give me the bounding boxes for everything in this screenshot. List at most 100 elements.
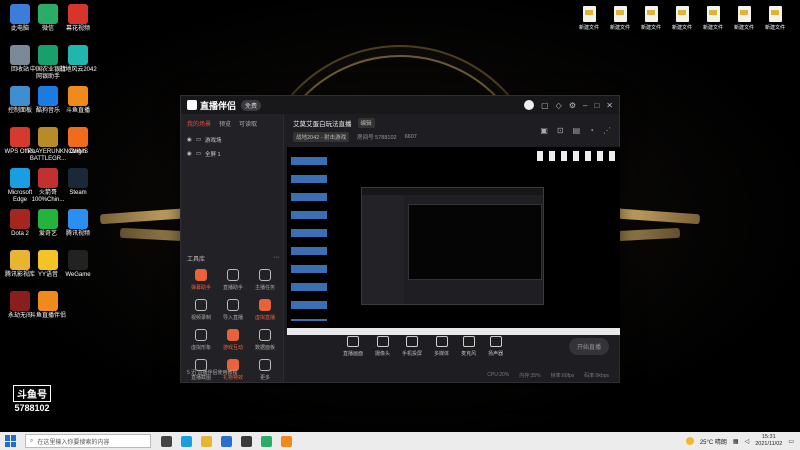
- desktop-icon[interactable]: WeGame: [58, 250, 98, 279]
- source-button[interactable]: 麦克风: [461, 335, 477, 357]
- tutorial-link[interactable]: 5 迅 直播伴侣使用教程: [187, 369, 238, 376]
- desktop-file-icon[interactable]: 新建文件: [696, 6, 730, 31]
- store-icon[interactable]: [241, 435, 252, 447]
- tool-grid: 弹幕助手 直播助手 主播任务 视频录制 导入直播 虚拟直播 虚拟形象 游戏互动 数据面板 直播截图…: [185, 269, 283, 381]
- nested-preview: [408, 204, 542, 280]
- status-row: CPU:20% 内存:35% 帧率:60fps 码率:0kbps: [285, 372, 619, 379]
- naraka-icon: [10, 291, 30, 311]
- desktop-icon[interactable]: Origin: [58, 127, 98, 156]
- desktop-icon[interactable]: 战地风云2042: [58, 45, 98, 74]
- desktop-file-icon[interactable]: 新建文件: [758, 6, 792, 31]
- stream-info-item: 房间号 5788102: [357, 135, 397, 141]
- source-button[interactable]: 手机投屏: [402, 335, 422, 357]
- eye-icon[interactable]: ◉: [187, 151, 192, 157]
- file-label: 新建文件: [609, 25, 630, 31]
- lock-icon[interactable]: ⊡: [557, 126, 564, 135]
- desktop-icon[interactable]: 斗鱼直播: [58, 86, 98, 115]
- tool-icon: [227, 329, 239, 341]
- douyu-icon[interactable]: [281, 435, 292, 447]
- avatar[interactable]: [524, 100, 535, 110]
- scene-list: ◉ ▭ 游戏场 ◉ ▭ 全屏 1: [181, 133, 283, 161]
- computer-icon: [10, 4, 30, 24]
- edge-icon[interactable]: [181, 435, 192, 447]
- source-label: 麦克风: [461, 350, 477, 357]
- desktop-icon-label: 腾讯视频: [65, 231, 90, 237]
- edit-title-badge[interactable]: 编辑: [357, 118, 375, 128]
- desktop-file-icon[interactable]: 新建文件: [727, 6, 761, 31]
- maximize-icon[interactable]: □: [594, 101, 599, 110]
- tool-item[interactable]: 导入直播: [217, 299, 249, 321]
- tool-item[interactable]: 主播任务: [249, 269, 281, 291]
- tool-item[interactable]: 游戏互动: [217, 329, 249, 351]
- tool-icon: [259, 329, 271, 341]
- clock[interactable]: 15:31 2021/11/02: [755, 434, 782, 448]
- network-icon[interactable]: ▦: [733, 438, 739, 445]
- task-view-icon[interactable]: [161, 435, 172, 447]
- desktop-file-icon[interactable]: 新建文件: [572, 6, 606, 31]
- live-preview[interactable]: [287, 147, 620, 335]
- share-icon[interactable]: ⋰: [603, 126, 611, 135]
- source-icon: [435, 335, 448, 347]
- eye-icon[interactable]: ◉: [187, 137, 192, 143]
- bell-icon[interactable]: ◔: [589, 126, 594, 135]
- desktop-icon[interactable]: 斗鱼直播伴侣: [28, 291, 68, 320]
- minimize-icon[interactable]: –: [583, 101, 587, 110]
- scene-item[interactable]: ◉ ▭ 全屏 1: [181, 147, 283, 161]
- tool-item[interactable]: 虚拟形象: [185, 329, 217, 351]
- desktop-icon[interactable]: 腾讯视频: [58, 209, 98, 238]
- start-button[interactable]: [5, 435, 17, 447]
- desktop-icon-label: 斗鱼直播伴侣: [29, 313, 66, 319]
- desktop-icon[interactable]: Steam: [58, 168, 98, 197]
- stream-info-item[interactable]: 战地2042 - 射击游戏: [293, 132, 350, 142]
- tab-2[interactable]: 预览: [219, 119, 231, 128]
- message-icon[interactable]: ▢: [541, 101, 549, 110]
- tool-item[interactable]: 视频录制: [185, 299, 217, 321]
- status-item: 内存:35%: [519, 373, 541, 379]
- tool-label: 虚拟形象: [190, 345, 211, 351]
- record-icon[interactable]: ▣: [540, 126, 548, 135]
- scene-item[interactable]: ◉ ▭ 游戏场: [181, 133, 283, 147]
- version-pill[interactable]: 免费: [241, 99, 262, 111]
- tool-item[interactable]: 直播助手: [217, 269, 249, 291]
- start-live-button[interactable]: 开始直播: [568, 337, 609, 355]
- tool-icon: [227, 299, 239, 311]
- weather-text[interactable]: 25°C 晴朗: [700, 437, 727, 446]
- layout-icon[interactable]: ▤: [573, 126, 581, 135]
- tab-3[interactable]: 可读取: [239, 119, 257, 128]
- tool-label: 主播任务: [254, 285, 275, 291]
- source-button[interactable]: 扬声器: [488, 335, 503, 357]
- source-button[interactable]: 摄像头: [375, 335, 390, 357]
- file-explorer-icon[interactable]: [201, 435, 212, 447]
- desktop-icon[interactable]: 幕花视频: [58, 4, 98, 33]
- desktop-file-icon[interactable]: 新建文件: [634, 6, 668, 31]
- status-item: CPU:20%: [487, 372, 510, 378]
- tool-item[interactable]: 虚拟直播: [249, 299, 281, 321]
- douyu-watermark: 斗鱼号 5788102: [2, 385, 62, 413]
- volume-icon[interactable]: ◁: [745, 438, 750, 445]
- file-label: 新建文件: [578, 25, 599, 31]
- source-button[interactable]: 多媒体: [434, 335, 449, 357]
- settings-icon[interactable]: ⚙: [569, 101, 576, 110]
- file-icon: [706, 6, 720, 22]
- mail-icon[interactable]: [221, 435, 232, 447]
- tool-item[interactable]: 弹幕助手: [185, 269, 217, 291]
- preview-nested-window: [361, 187, 544, 305]
- skin-icon[interactable]: ◇: [556, 101, 562, 110]
- wechat-icon[interactable]: [261, 435, 272, 447]
- tool-item[interactable]: 更多: [249, 359, 281, 381]
- taskbar-search-box[interactable]: ⌕ 在这里输入你要搜索的内容: [25, 434, 151, 448]
- file-icon: [737, 6, 751, 22]
- status-item: 码率:0kbps: [584, 373, 609, 379]
- pubg-icon: [38, 127, 58, 147]
- tool-icon: [195, 299, 207, 311]
- desktop-file-icon[interactable]: 新建文件: [665, 6, 699, 31]
- notification-icon[interactable]: ▭: [788, 438, 794, 445]
- tool-item[interactable]: 数据面板: [249, 329, 281, 351]
- tools-more-icon[interactable]: ⋯: [273, 254, 279, 263]
- bank-icon: [38, 45, 58, 65]
- scene-type-icon: ▭: [195, 151, 202, 157]
- tab-1[interactable]: 我的场景: [187, 119, 211, 128]
- source-button[interactable]: 直播画面: [343, 335, 363, 357]
- close-icon[interactable]: ✕: [606, 101, 613, 110]
- desktop-file-icon[interactable]: 新建文件: [603, 6, 637, 31]
